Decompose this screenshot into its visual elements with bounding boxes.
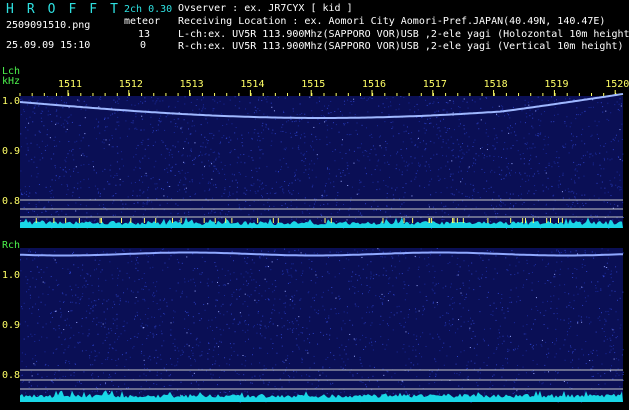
spectrogram (19, 90, 624, 403)
rch-background (20, 248, 623, 402)
